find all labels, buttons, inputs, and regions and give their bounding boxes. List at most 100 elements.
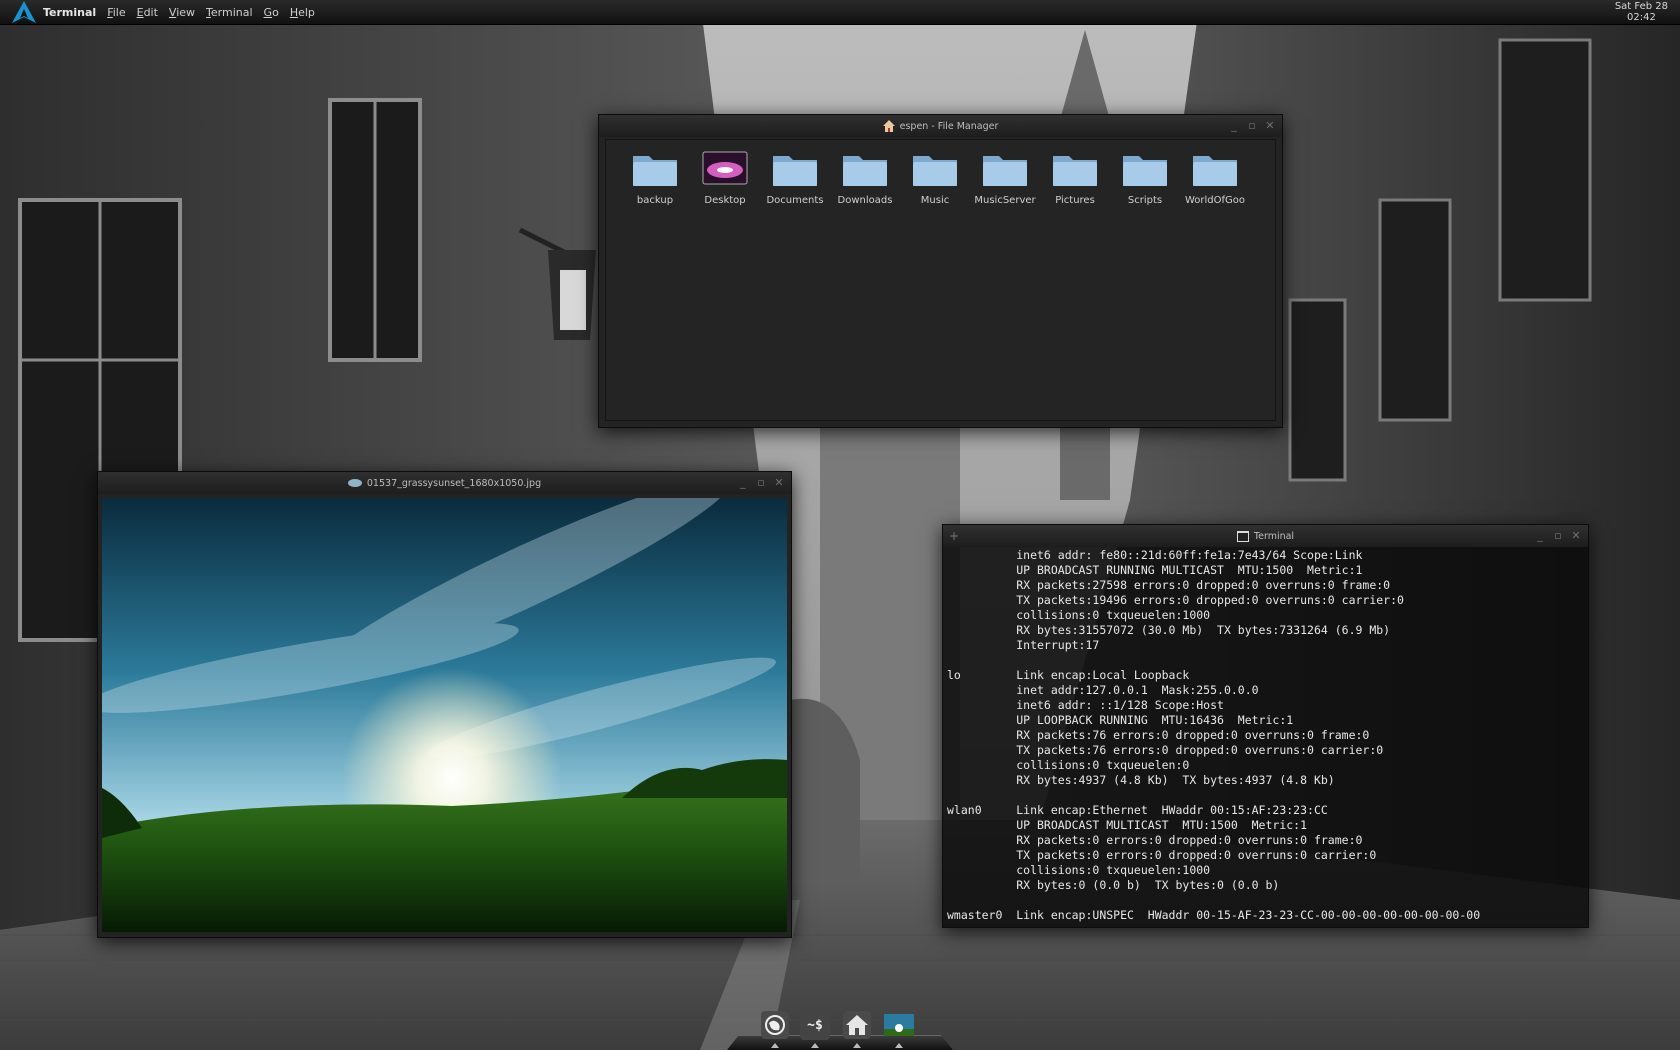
folder-worldofgoo[interactable]: WorldOfGoo xyxy=(1180,148,1250,206)
dock-web-browser[interactable] xyxy=(760,1010,790,1040)
terminal-title: Terminal xyxy=(1253,530,1295,542)
menu-edit[interactable]: Edit xyxy=(137,6,158,19)
file-manager-window[interactable]: espen - File Manager _ ▫ ✕ backup Deskto… xyxy=(598,114,1283,428)
folder-icon xyxy=(633,156,677,186)
running-indicator xyxy=(853,1043,861,1048)
terminal-line: wlan0 Link encap:Ethernet HWaddr 00:15:A… xyxy=(947,803,1328,817)
folder-label: Music xyxy=(920,195,950,206)
running-indicator xyxy=(811,1043,819,1048)
menu-file[interactable]: File xyxy=(107,6,125,19)
folder-pictures[interactable]: Pictures xyxy=(1040,148,1110,206)
globe-icon xyxy=(761,1011,789,1039)
terminal-line: RX bytes:31557072 (30.0 Mb) TX bytes:733… xyxy=(947,623,1391,637)
folder-documents[interactable]: Documents xyxy=(760,148,830,206)
maximize-button[interactable]: ▫ xyxy=(1246,119,1258,132)
file-manager-icon-view[interactable]: backup Desktop Documents Downloads Music… xyxy=(605,139,1276,421)
folder-downloads[interactable]: Downloads xyxy=(830,148,900,206)
dock-file-manager[interactable] xyxy=(842,1010,872,1040)
terminal-line: inet addr:127.0.0.1 Mask:255.0.0.0 xyxy=(947,683,1259,697)
terminal-line: UP BROADCAST MULTICAST MTU:1500 Metric:1 xyxy=(947,818,1308,832)
folder-label: MusicServer xyxy=(974,195,1036,206)
terminal-line: wmaster0 Link encap:UNSPEC HWaddr 00-15-… xyxy=(947,908,1481,922)
terminal-line: TX packets:0 errors:0 dropped:0 overruns… xyxy=(947,848,1377,862)
terminal-line: inet6 addr: ::1/128 Scope:Host xyxy=(947,698,1224,712)
terminal-line: TX packets:19496 errors:0 dropped:0 over… xyxy=(947,593,1404,607)
minimize-button[interactable]: _ xyxy=(1534,529,1546,542)
add-tab-icon[interactable]: + xyxy=(949,529,959,543)
terminal-line: RX bytes:0 (0.0 b) TX bytes:0 (0.0 b) xyxy=(947,878,1280,892)
running-indicator xyxy=(895,1043,903,1048)
terminal-line: collisions:0 txqueuelen:1000 xyxy=(947,863,1211,877)
terminal-output[interactable]: inet6 addr: fe80::21d:60ff:fe1a:7e43/64 … xyxy=(947,548,1582,923)
sunset-grass-photo[interactable] xyxy=(102,498,787,932)
terminal-icon xyxy=(1236,530,1249,542)
dock: ~$ xyxy=(727,1006,953,1050)
running-indicator xyxy=(771,1043,779,1048)
folder-backup[interactable]: backup xyxy=(620,148,690,206)
terminal-line: RX bytes:4937 (4.8 Kb) TX bytes:4937 (4.… xyxy=(947,773,1335,787)
close-button[interactable]: ✕ xyxy=(1570,529,1582,542)
maximize-button[interactable]: ▫ xyxy=(1552,529,1564,542)
home-icon xyxy=(843,1011,871,1039)
dock-image-viewer[interactable] xyxy=(884,1010,914,1040)
desktop-folder-icon xyxy=(702,151,748,185)
folder-icon xyxy=(843,156,887,186)
home-folder-icon xyxy=(882,120,895,132)
menu-view[interactable]: View xyxy=(169,6,195,19)
terminal-line: collisions:0 txqueuelen:1000 xyxy=(947,608,1211,622)
folder-musicserver[interactable]: MusicServer xyxy=(970,148,1040,206)
folder-label: Scripts xyxy=(1127,195,1163,206)
folder-label: Pictures xyxy=(1055,195,1095,206)
landscape-thumbnail-icon xyxy=(884,1014,914,1036)
terminal-line: RX packets:76 errors:0 dropped:0 overrun… xyxy=(947,728,1370,742)
folder-icon xyxy=(1053,156,1097,186)
folder-desktop[interactable]: Desktop xyxy=(690,148,760,206)
clock-date: Sat Feb 28 xyxy=(1614,1,1668,12)
folder-label: Documents xyxy=(766,195,824,206)
top-panel: Terminal File Edit View Terminal Go Help… xyxy=(0,0,1680,25)
active-app-name: Terminal xyxy=(43,5,97,19)
folder-label: backup xyxy=(636,195,674,206)
arch-linux-logo-icon[interactable] xyxy=(12,1,36,23)
menu-help[interactable]: Help xyxy=(290,6,315,19)
terminal-line: RX packets:27598 errors:0 dropped:0 over… xyxy=(947,578,1391,592)
maximize-button[interactable]: ▫ xyxy=(755,476,767,489)
terminal-line: collisions:0 txqueuelen:0 xyxy=(947,758,1190,772)
image-viewer-titlebar[interactable]: 01537_grassysunset_1680x1050.jpg _ ▫ ✕ xyxy=(98,472,791,494)
image-viewer-title: 01537_grassysunset_1680x1050.jpg xyxy=(366,477,542,489)
terminal-line: RX packets:0 errors:0 dropped:0 overruns… xyxy=(947,833,1363,847)
folder-music[interactable]: Music xyxy=(900,148,970,206)
image-file-icon xyxy=(347,479,362,487)
dock-terminal[interactable]: ~$ xyxy=(800,1010,830,1040)
folder-label: Downloads xyxy=(837,195,893,206)
terminal-line: lo Link encap:Local Loopback xyxy=(947,668,1190,682)
terminal-window[interactable]: + Terminal _ ▫ ✕ inet6 addr: fe80::21d:6… xyxy=(942,524,1589,928)
folder-icon xyxy=(983,156,1027,186)
file-manager-title: espen - File Manager xyxy=(899,120,999,132)
terminal-line: UP BROADCAST RUNNING MULTICAST MTU:1500 … xyxy=(947,563,1363,577)
folder-label: Desktop xyxy=(704,195,746,206)
terminal-line: inet6 addr: fe80::21d:60ff:fe1a:7e43/64 … xyxy=(947,548,1363,562)
folder-icon xyxy=(1123,156,1167,186)
terminal-line: Interrupt:17 xyxy=(947,638,1100,652)
folder-icon xyxy=(1193,156,1237,186)
file-manager-titlebar[interactable]: espen - File Manager _ ▫ ✕ xyxy=(599,115,1282,137)
folder-icon xyxy=(773,156,817,186)
minimize-button[interactable]: _ xyxy=(737,476,749,489)
terminal-line: TX packets:76 errors:0 dropped:0 overrun… xyxy=(947,743,1384,757)
close-button[interactable]: ✕ xyxy=(773,476,785,489)
menu-terminal[interactable]: Terminal xyxy=(206,6,253,19)
minimize-button[interactable]: _ xyxy=(1228,119,1240,132)
clock-time: 02:42 xyxy=(1626,12,1656,23)
image-viewer-window[interactable]: 01537_grassysunset_1680x1050.jpg _ ▫ ✕ xyxy=(97,471,792,938)
folder-icon xyxy=(913,156,957,186)
close-button[interactable]: ✕ xyxy=(1264,119,1276,132)
menu-go[interactable]: Go xyxy=(264,6,279,19)
folder-scripts[interactable]: Scripts xyxy=(1110,148,1180,206)
folder-label: WorldOfGoo xyxy=(1184,195,1246,206)
clock[interactable]: Sat Feb 28 02:42 xyxy=(1615,1,1668,23)
terminal-titlebar[interactable]: + Terminal _ ▫ ✕ xyxy=(943,525,1588,547)
